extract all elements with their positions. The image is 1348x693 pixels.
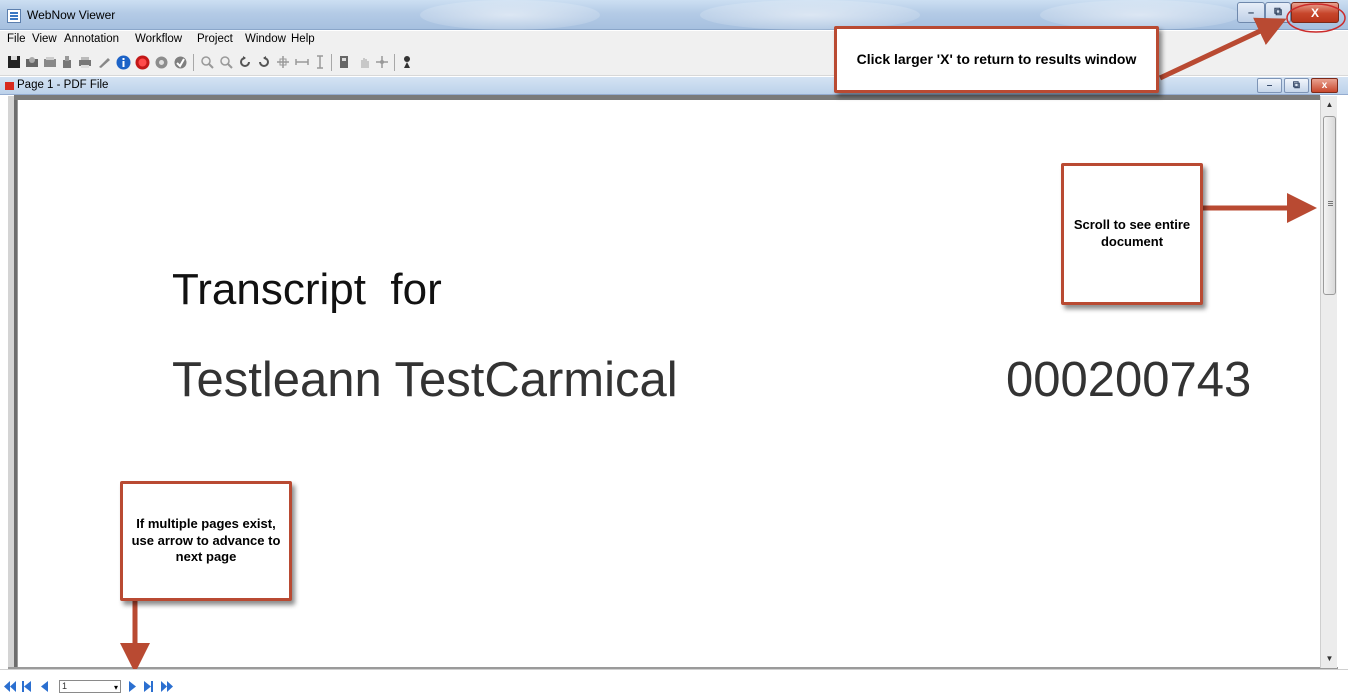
arrow-to-close (1158, 17, 1287, 81)
chevron-down-icon: ▾ (113, 683, 118, 692)
next-section-button (144, 681, 153, 692)
callout-scroll-hint: Scroll to see entire document (1061, 163, 1203, 305)
next-page-button (129, 681, 136, 692)
page-number-value: 1 (62, 681, 68, 691)
nav-left-controls (4, 681, 48, 692)
page-navigator-bar (0, 669, 1348, 693)
callout-close-hint: Click larger 'X' to return to results wi… (834, 26, 1159, 93)
last-page-button (161, 681, 173, 692)
previous-page-button (41, 681, 48, 692)
nav-right-controls (129, 681, 173, 692)
callout-pages-hint: If multiple pages exist, use arrow to ad… (120, 481, 292, 601)
previous-section-button (22, 681, 31, 692)
first-page-button (4, 681, 16, 692)
page-number-select[interactable]: 1 ▾ (59, 680, 121, 693)
